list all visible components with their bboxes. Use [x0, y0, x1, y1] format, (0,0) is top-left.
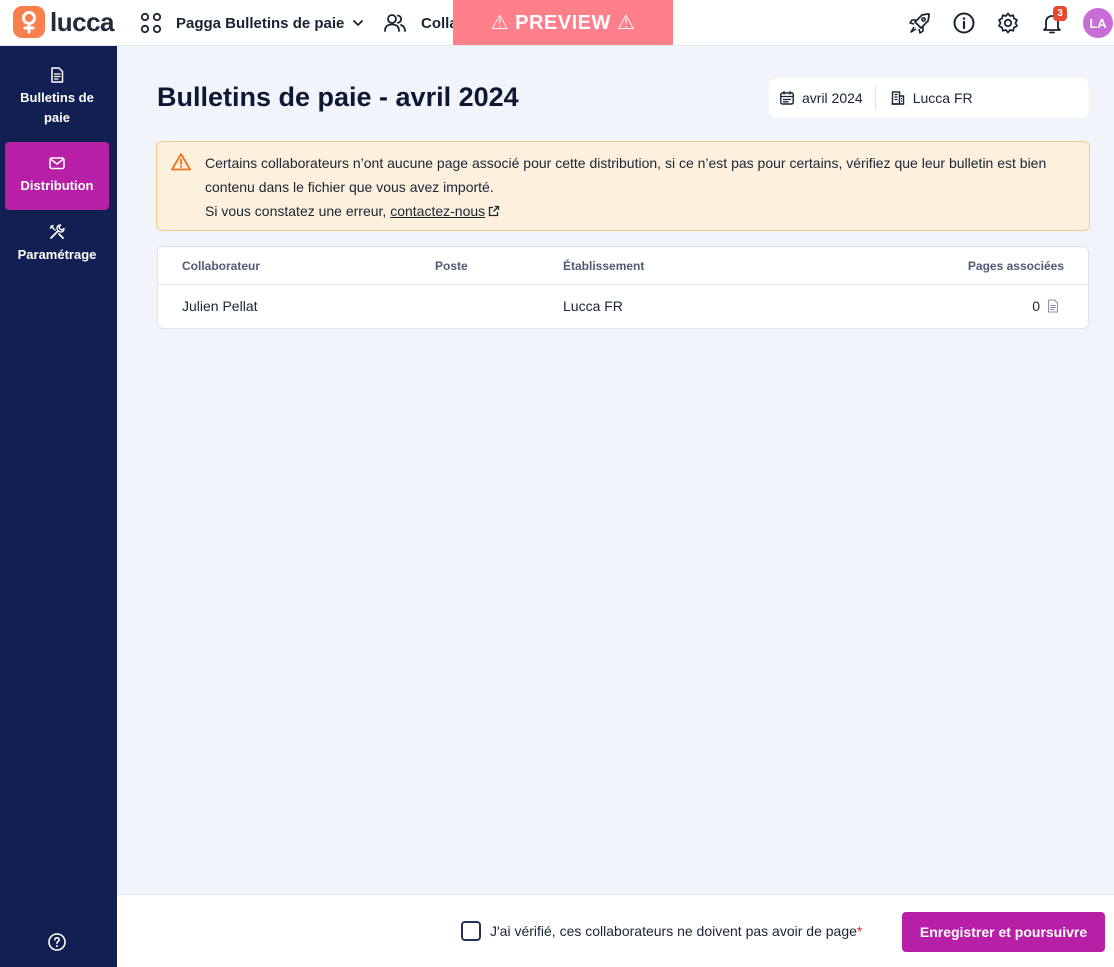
sidebar-item-bulletins[interactable]: Bulletins de paie	[5, 66, 109, 130]
pages-count: 0	[1032, 298, 1040, 314]
top-actions: 3 LA	[908, 0, 1114, 46]
document-icon	[51, 67, 64, 83]
checkbox-box[interactable]	[461, 921, 481, 941]
sidebar: Bulletins de paie Distribution Paramétra…	[0, 46, 117, 967]
notifications-button[interactable]: 3	[1040, 6, 1067, 35]
checkbox-label: J'ai vérifié, ces collaborateurs ne doiv…	[490, 923, 862, 939]
column-header-collaborateur[interactable]: Collaborateur	[182, 259, 260, 273]
establishment-value: Lucca FR	[912, 90, 973, 106]
collaborators-link[interactable]: Colla	[383, 10, 458, 36]
top-bar: lucca Pagga Bulletins de paie Colla ⚠ PR…	[0, 0, 1114, 46]
cell-pages: 0	[1032, 298, 1060, 314]
cell-etablissement: Lucca FR	[563, 298, 623, 314]
establishment-filter[interactable]: Lucca FR	[880, 78, 973, 118]
info-icon[interactable]	[952, 11, 976, 35]
sidebar-item-label: Distribution	[20, 178, 94, 193]
cell-collaborateur: Julien Pellat	[182, 298, 258, 314]
sidebar-item-distribution[interactable]: Distribution	[5, 142, 109, 210]
footer-bar: J'ai vérifié, ces collaborateurs ne doiv…	[117, 894, 1114, 967]
lucca-logo[interactable]: lucca	[13, 6, 115, 38]
avatar[interactable]: LA	[1083, 8, 1113, 38]
period-value: avril 2024	[802, 90, 863, 106]
gear-icon[interactable]	[996, 11, 1020, 35]
verification-checkbox[interactable]: J'ai vérifié, ces collaborateurs ne doiv…	[461, 921, 862, 941]
main-content: Bulletins de paie - avril 2024 avril 202…	[117, 46, 1114, 894]
required-mark: *	[856, 923, 863, 939]
table-row[interactable]: Julien Pellat Lucca FR 0	[158, 285, 1088, 329]
sidebar-item-label: Bulletins de paie	[20, 90, 94, 125]
page-title: Bulletins de paie - avril 2024	[157, 82, 519, 112]
alert-message: Certains collaborateurs n’ont aucune pag…	[205, 151, 1080, 223]
app-switcher[interactable]: Pagga Bulletins de paie	[140, 10, 364, 36]
users-icon	[384, 14, 406, 32]
collaborators-table: Collaborateur Poste Établissement Pages …	[157, 246, 1089, 329]
column-header-poste[interactable]: Poste	[435, 259, 468, 273]
preview-banner: ⚠ PREVIEW ⚠	[453, 0, 673, 45]
warning-alert: Certains collaborateurs n’ont aucune pag…	[156, 141, 1090, 231]
external-link-icon	[489, 205, 500, 217]
alert-line2: Si vous constatez une erreur,	[205, 203, 391, 219]
sidebar-item-label: Paramétrage	[17, 247, 97, 262]
calendar-icon	[780, 90, 794, 105]
column-header-etablissement[interactable]: Établissement	[563, 259, 644, 273]
column-header-pages[interactable]: Pages associées	[968, 259, 1064, 273]
app-name: Pagga Bulletins de paie	[176, 14, 345, 32]
contact-link[interactable]: contactez-nous	[390, 203, 485, 219]
alert-line1: Certains collaborateurs n’ont aucune pag…	[205, 155, 1047, 195]
document-icon[interactable]	[1046, 299, 1060, 313]
period-filter[interactable]: avril 2024	[769, 78, 863, 118]
building-icon	[891, 91, 904, 105]
save-and-continue-button[interactable]: Enregistrer et poursuivre	[902, 912, 1105, 952]
filter-divider	[874, 86, 876, 110]
grid-icon	[140, 12, 162, 34]
checkbox-label-text: J'ai vérifié, ces collaborateurs ne doiv…	[490, 923, 857, 939]
warning-icon	[171, 153, 191, 171]
sidebar-item-parametrage[interactable]: Paramétrage	[5, 223, 109, 267]
help-icon[interactable]	[47, 932, 67, 952]
notification-badge: 3	[1053, 6, 1067, 21]
tools-icon	[49, 224, 65, 239]
chevron-down-icon	[353, 20, 364, 26]
lucca-logo-mark	[13, 6, 45, 38]
filters-bar: avril 2024 Lucca FR	[769, 78, 1089, 118]
mail-icon	[49, 157, 65, 170]
rocket-icon[interactable]	[908, 11, 932, 35]
logo-text: lucca	[50, 6, 115, 37]
